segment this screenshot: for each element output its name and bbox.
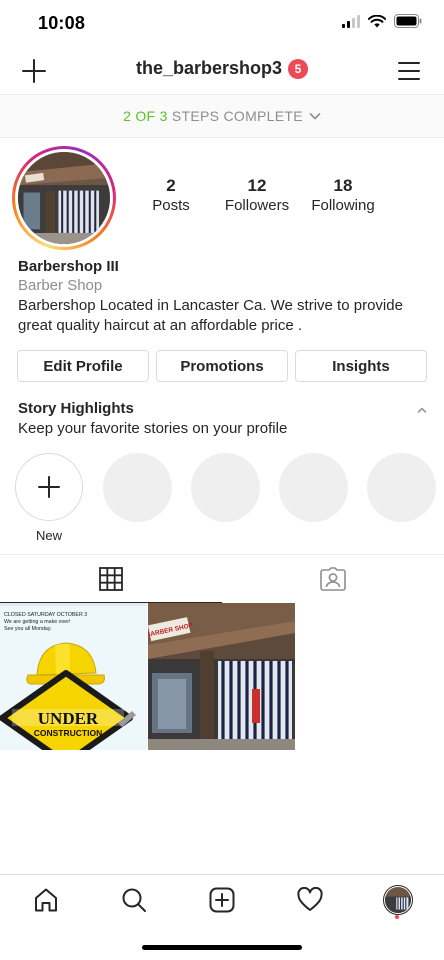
nav-home[interactable] <box>31 885 61 915</box>
plus-icon <box>38 476 60 498</box>
story-highlights-row: New <box>15 453 444 545</box>
nav-activity[interactable] <box>295 885 325 915</box>
wifi-icon <box>368 14 386 27</box>
status-icons <box>342 14 422 28</box>
cellular-signal-icon <box>342 14 360 28</box>
tagged-person-icon <box>320 567 346 591</box>
heart-icon <box>297 887 323 911</box>
status-bar: 10:08 <box>0 0 444 48</box>
status-time: 10:08 <box>38 13 86 33</box>
chevron-down-icon <box>309 113 321 120</box>
post-text-line-3: See you all Monday. <box>4 626 52 632</box>
posts-grid: · · · CLOSED SATURDAY OCTOBER 3 We are g… <box>0 603 444 751</box>
new-post-icon <box>209 887 235 913</box>
battery-icon <box>394 14 422 28</box>
profile-steps-banner[interactable]: 2 OF 3 STEPS COMPLETE <box>0 94 444 138</box>
search-icon <box>122 888 146 912</box>
nav-search[interactable] <box>119 885 149 915</box>
profile-avatar-small <box>383 885 413 915</box>
hamburger-menu-icon[interactable] <box>398 60 420 82</box>
post-thumbnail[interactable]: · · · CLOSED SATURDAY OCTOBER 3 We are g… <box>0 603 147 750</box>
storefront-photo <box>18 152 110 244</box>
steps-progress: 2 OF 3 <box>123 108 168 124</box>
steps-label: STEPS COMPLETE <box>167 108 303 124</box>
profile-category: Barber Shop <box>18 277 103 294</box>
notification-badge: 5 <box>288 58 309 79</box>
stat-value: 12 <box>247 176 267 195</box>
home-icon <box>35 888 57 912</box>
profile-tabs <box>0 554 444 603</box>
stat-followers[interactable]: 12 Followers <box>214 176 300 214</box>
highlight-placeholder <box>103 453 172 522</box>
profile-name: Barbershop III <box>18 258 119 275</box>
top-nav: the_barbershop3 5 <box>0 48 444 94</box>
profile-actions: Edit Profile Promotions Insights <box>17 350 427 382</box>
post-text-line-2: We are getting a make over! <box>4 619 70 625</box>
new-highlight-label: New <box>35 528 62 543</box>
new-highlight-button[interactable]: New <box>15 453 83 543</box>
nav-new-post[interactable] <box>207 885 237 915</box>
stat-value: 2 <box>166 176 176 195</box>
barbershop-storefront-post-image: BARBER SHOP <box>148 603 295 750</box>
edit-profile-button[interactable]: Edit Profile <box>17 350 149 382</box>
stat-posts[interactable]: 2 Posts <box>128 176 214 214</box>
sign-text-construction: CONSTRUCTION <box>34 728 102 738</box>
profile-avatar[interactable] <box>12 146 116 250</box>
tab-tagged[interactable] <box>222 555 444 603</box>
grid-icon <box>99 566 123 591</box>
profile-stats: 2 Posts 12 Followers 18 Following <box>128 176 428 214</box>
insights-button[interactable]: Insights <box>295 350 427 382</box>
story-highlights-header[interactable]: Story Highlights Keep your favorite stor… <box>18 400 428 437</box>
notification-dot <box>395 915 399 919</box>
chevron-up-icon[interactable] <box>416 404 428 416</box>
highlight-placeholder <box>191 453 260 522</box>
profile-header: 2 Posts 12 Followers 18 Following <box>0 138 444 258</box>
username-title: the_barbershop3 <box>135 58 283 78</box>
post-text-line-1: CLOSED SATURDAY OCTOBER 3 <box>4 612 87 618</box>
under-construction-post-image: · · · CLOSED SATURDAY OCTOBER 3 We are g… <box>0 603 147 750</box>
profile-description: Barbershop Located in Lancaster Ca. We s… <box>18 297 403 334</box>
stat-label: Posts <box>152 197 190 214</box>
stat-label: Following <box>311 197 375 214</box>
promotions-button[interactable]: Promotions <box>156 350 288 382</box>
highlights-title: Story Highlights <box>18 400 134 417</box>
sign-text-under: UNDER <box>38 709 99 728</box>
account-switcher[interactable]: the_barbershop3 5 <box>0 58 444 79</box>
nav-profile[interactable] <box>383 885 413 915</box>
highlight-placeholder <box>367 453 436 522</box>
stat-label: Followers <box>224 197 290 214</box>
highlight-placeholder <box>279 453 348 522</box>
tab-grid[interactable] <box>0 555 222 603</box>
profile-bio: Barbershop III Barber Shop Barbershop Lo… <box>18 258 428 336</box>
stat-following[interactable]: 18 Following <box>300 176 386 214</box>
post-thumbnail[interactable]: BARBER SHOP <box>148 603 295 750</box>
stat-value: 18 <box>333 176 353 195</box>
home-indicator <box>142 945 302 950</box>
bottom-nav <box>0 874 444 926</box>
highlights-subtitle: Keep your favorite stories on your profi… <box>18 420 288 437</box>
